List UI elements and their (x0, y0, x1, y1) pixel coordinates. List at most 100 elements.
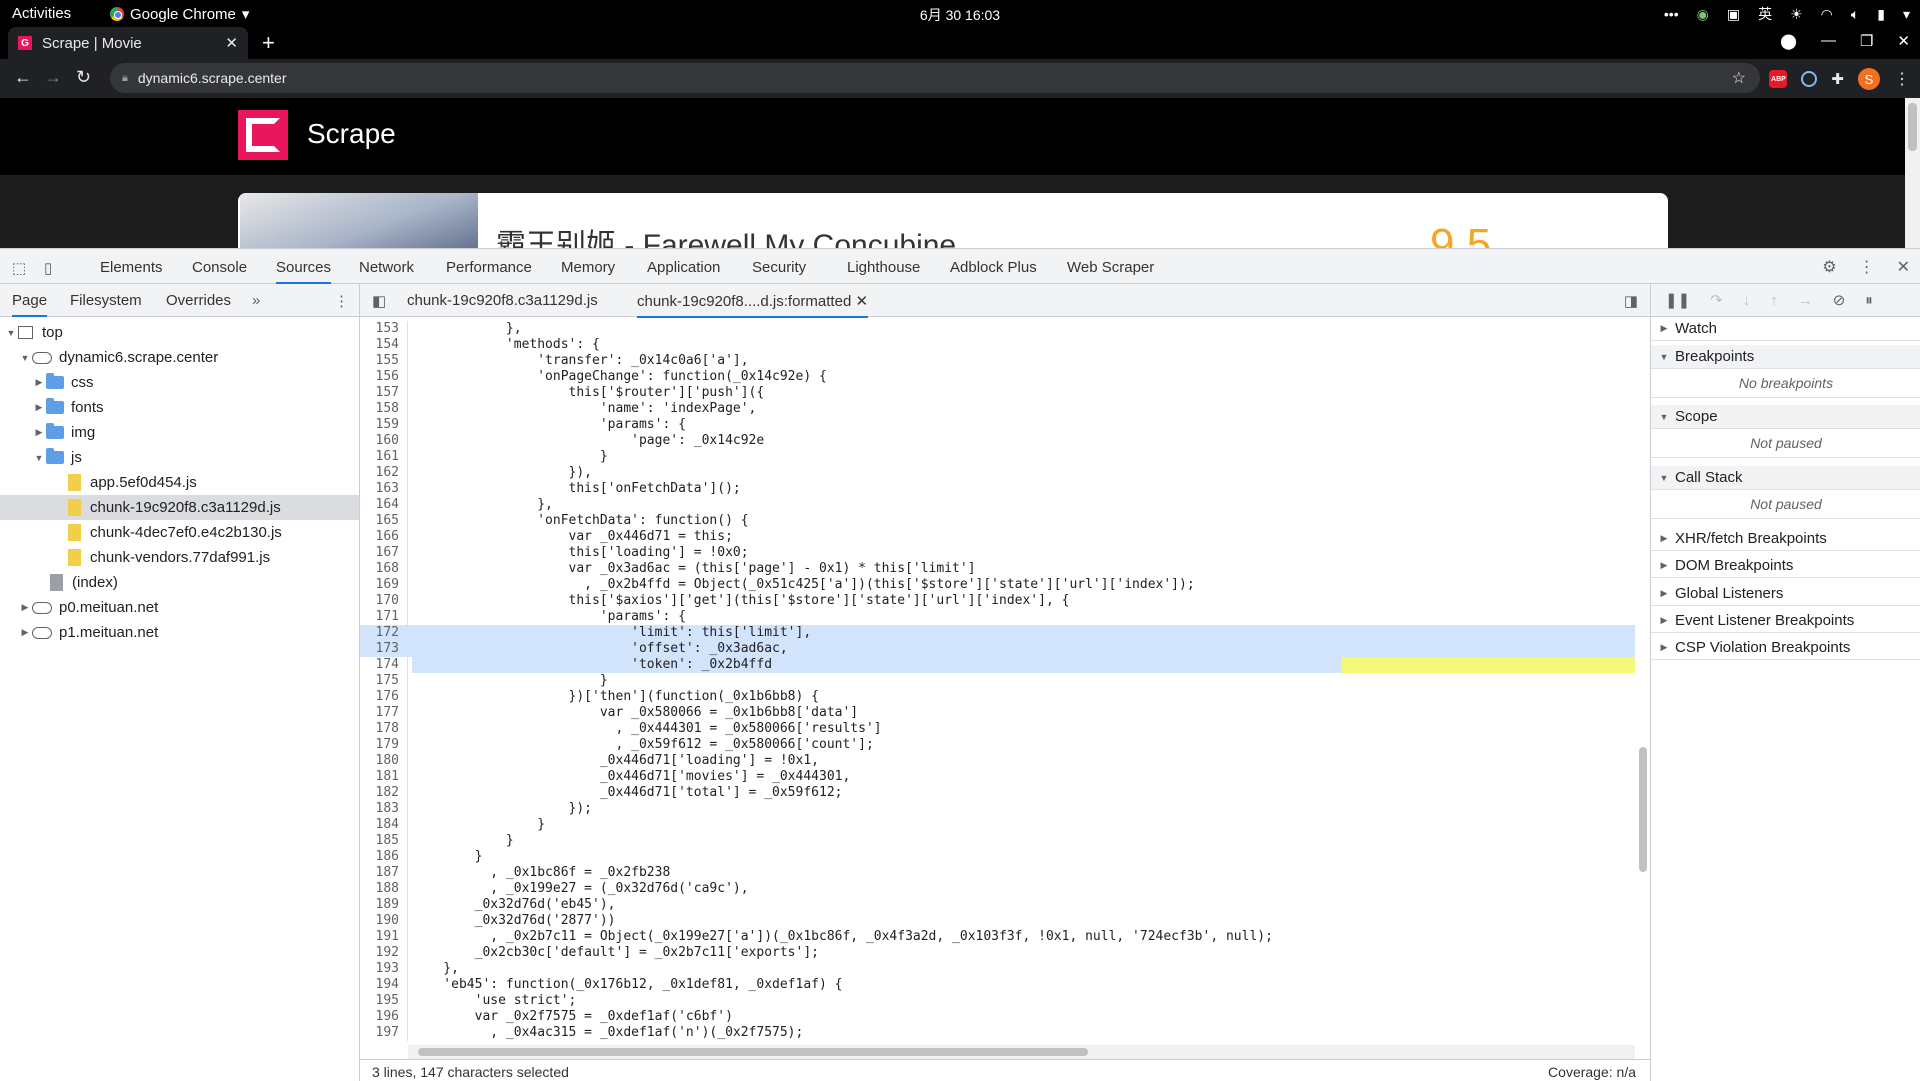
code-line[interactable]: 181 _0x446d71['movies'] = _0x444301, (360, 769, 1635, 785)
code-line[interactable]: 171 'params': { (360, 609, 1635, 625)
editor-tab-formatted[interactable]: chunk-19c920f8....d.js:formatted ✕ (637, 292, 869, 318)
tree-item-top[interactable]: ▼ top (0, 320, 359, 345)
line-number[interactable]: 154 (360, 337, 408, 353)
line-number[interactable]: 189 (360, 897, 408, 913)
clock[interactable]: 6月 30 16:03 (0, 5, 1920, 25)
line-number[interactable]: 171 (360, 609, 408, 625)
code-line[interactable]: 169 , _0x2b4ffd = Object(_0x51c425['a'])… (360, 577, 1635, 593)
line-number[interactable]: 176 (360, 689, 408, 705)
code-area[interactable]: 153 }, 154 'methods': {155 'transfer': _0… (360, 317, 1650, 1045)
code-line[interactable]: 179 , _0x59f612 = _0x580066['count']; (360, 737, 1635, 753)
line-number[interactable]: 181 (360, 769, 408, 785)
reload-icon[interactable]: ↻ (76, 67, 91, 88)
line-number[interactable]: 163 (360, 481, 408, 497)
code-line[interactable]: 196 var _0x2f7575 = _0xdef1af('c6bf') (360, 1009, 1635, 1025)
dom-breakpoints-header[interactable]: ▶ DOM Breakpoints (1651, 554, 1920, 578)
minimize-icon[interactable]: — (1821, 32, 1836, 50)
tab-console[interactable]: Console (192, 259, 247, 276)
tree-item-domain[interactable]: ▼ dynamic6.scrape.center (0, 345, 359, 370)
power-menu-icon[interactable]: ▾ (1903, 6, 1910, 23)
device-toolbar-icon[interactable]: ▯ (44, 259, 52, 277)
tab-memory[interactable]: Memory (561, 259, 615, 276)
code-line[interactable]: 153 }, (360, 321, 1635, 337)
profile-avatar[interactable]: S (1858, 68, 1880, 90)
browser-tab[interactable]: G Scrape | Movie ✕ (8, 27, 248, 59)
tab-network[interactable]: Network (359, 259, 414, 276)
line-number[interactable]: 170 (360, 593, 408, 609)
settings-gear-icon[interactable]: ⚙ (1822, 257, 1836, 277)
address-bar[interactable]: 🔒︎ dynamic6.scrape.center ☆ (110, 63, 1760, 93)
devtools-menu-icon[interactable]: ⋮ (1859, 257, 1875, 277)
line-number[interactable]: 159 (360, 417, 408, 433)
code-line[interactable]: 180 _0x446d71['loading'] = !0x1, (360, 753, 1635, 769)
pause-on-exceptions-icon[interactable]: ⏸ (1865, 292, 1873, 309)
line-number[interactable]: 175 (360, 673, 408, 689)
step-icon[interactable]: → (1798, 292, 1813, 309)
line-number[interactable]: 156 (360, 369, 408, 385)
line-number[interactable]: 192 (360, 945, 408, 961)
tab-security[interactable]: Security (752, 259, 806, 276)
line-number[interactable]: 158 (360, 401, 408, 417)
chrome-menu-icon[interactable]: ⋮ (1894, 69, 1910, 89)
dark-reader-icon[interactable] (1801, 71, 1818, 87)
forward-arrow-icon[interactable]: → (44, 67, 62, 88)
close-window-icon[interactable]: ✕ (1897, 32, 1910, 50)
line-number[interactable]: 160 (360, 433, 408, 449)
event-listener-breakpoints-header[interactable]: ▶ Event Listener Breakpoints (1651, 609, 1920, 633)
code-line[interactable]: 155 'transfer': _0x14c0a6['a'], (360, 353, 1635, 369)
code-line[interactable]: 185 } (360, 833, 1635, 849)
code-line[interactable]: 184 } (360, 817, 1635, 833)
tab-lighthouse[interactable]: Lighthouse (847, 259, 920, 276)
line-number[interactable]: 193 (360, 961, 408, 977)
tree-item-domain[interactable]: ▶ p1.meituan.net (0, 620, 359, 645)
tree-item-folder[interactable]: ▼ js (0, 445, 359, 470)
system-tray[interactable]: ••• ◉ ▣ 英 ☀ ◠ 🔈︎ ▮ ▾ (1664, 4, 1910, 24)
global-listeners-header[interactable]: ▶ Global Listeners (1651, 582, 1920, 606)
toggle-debugger-icon[interactable]: ◨ (1624, 292, 1638, 310)
brightness-icon[interactable]: ☀ (1790, 6, 1803, 23)
coverage-status[interactable]: Coverage: n/a (1548, 1064, 1636, 1080)
line-number[interactable]: 196 (360, 1009, 408, 1025)
code-line[interactable]: 156 'onPageChange': function(_0x14c92e) … (360, 369, 1635, 385)
tree-item-folder[interactable]: ▶ fonts (0, 395, 359, 420)
scope-pane-header[interactable]: ▼ Scope (1651, 405, 1920, 429)
line-number[interactable]: 179 (360, 737, 408, 753)
code-line[interactable]: 161 } (360, 449, 1635, 465)
site-brand[interactable]: Scrape (307, 118, 396, 150)
line-number[interactable]: 194 (360, 977, 408, 993)
code-line[interactable]: 189 _0x32d76d('eb45'), (360, 897, 1635, 913)
code-line[interactable]: 166 var _0x446d71 = this; (360, 529, 1635, 545)
wechat-icon[interactable]: ◉ (1697, 6, 1709, 23)
battery-icon[interactable]: ▮ (1877, 6, 1885, 23)
code-line[interactable]: 160 'page': _0x14c92e (360, 433, 1635, 449)
tab-filesystem[interactable]: Filesystem (70, 292, 142, 309)
tab-web-scraper[interactable]: Web Scraper (1067, 259, 1154, 276)
tree-item-file[interactable]: chunk-vendors.77daf991.js (0, 545, 359, 570)
code-line[interactable]: 158 'name': 'indexPage', (360, 401, 1635, 417)
line-number[interactable]: 187 (360, 865, 408, 881)
code-line[interactable]: 183 }); (360, 801, 1635, 817)
deactivate-breakpoints-icon[interactable]: ⊘ (1833, 291, 1846, 309)
wifi-icon[interactable]: ◠ (1821, 6, 1833, 23)
code-line[interactable]: 167 this['loading'] = !0x0; (360, 545, 1635, 561)
line-number[interactable]: 188 (360, 881, 408, 897)
code-line[interactable]: 177 var _0x580066 = _0x1b6bb8['data'] (360, 705, 1635, 721)
code-line[interactable]: 191 , _0x2b7c11 = Object(_0x199e27['a'])… (360, 929, 1635, 945)
code-line[interactable]: 174 'token': _0x2b4ffd (360, 657, 1635, 673)
code-line[interactable]: 182 _0x446d71['total'] = _0x59f612; (360, 785, 1635, 801)
line-number[interactable]: 191 (360, 929, 408, 945)
more-icon[interactable]: ••• (1664, 6, 1679, 22)
close-devtools-icon[interactable]: ✕ (1897, 257, 1910, 277)
call-stack-pane-header[interactable]: ▼ Call Stack (1651, 466, 1920, 490)
tree-item-domain[interactable]: ▶ p0.meituan.net (0, 595, 359, 620)
code-line[interactable]: 187 , _0x1bc86f = _0x2fb238 (360, 865, 1635, 881)
line-number[interactable]: 180 (360, 753, 408, 769)
line-number[interactable]: 197 (360, 1025, 408, 1041)
code-line[interactable]: 173 'offset': _0x3ad6ac, (360, 641, 1635, 657)
inspect-element-icon[interactable]: ⬚ (12, 259, 26, 277)
bookmark-star-icon[interactable]: ☆ (1732, 68, 1746, 88)
line-number[interactable]: 165 (360, 513, 408, 529)
tree-item-file[interactable]: app.5ef0d454.js (0, 470, 359, 495)
tab-adblock-plus[interactable]: Adblock Plus (950, 259, 1037, 276)
line-number[interactable]: 190 (360, 913, 408, 929)
